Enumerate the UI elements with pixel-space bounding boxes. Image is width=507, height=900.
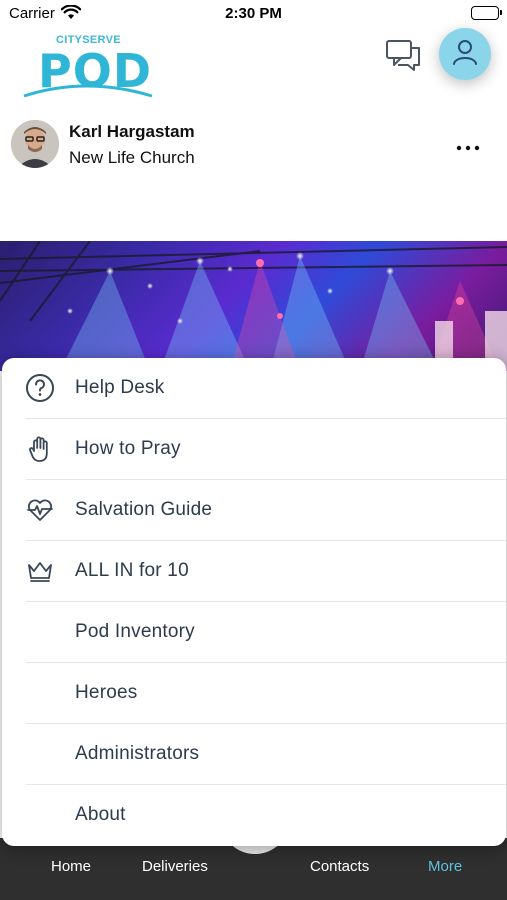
praying-hand-icon [25,434,55,464]
menu-item-help-desk[interactable]: Help Desk [2,358,506,419]
post-image [0,241,507,371]
author-name[interactable]: Karl Hargastam [69,122,195,142]
menu-item-label: Help Desk [75,377,165,398]
menu-item-salvation-guide[interactable]: Salvation Guide [2,480,506,541]
menu-item-pod-inventory[interactable]: Pod Inventory [2,602,506,663]
battery-icon [471,6,502,20]
tab-contacts[interactable]: Contacts [310,858,369,875]
menu-item-label: Heroes [75,682,138,703]
tab-home[interactable]: Home [51,858,91,875]
heart-pulse-icon [25,495,55,525]
menu-item-how-to-pray[interactable]: How to Pray [2,419,506,480]
tab-deliveries[interactable]: Deliveries [142,858,208,875]
chat-icon[interactable] [384,36,422,74]
cityserve-pod-logo: CITYSERVE POD [20,30,155,102]
menu-item-heroes[interactable]: Heroes [2,663,506,724]
clock: 2:30 PM [225,5,282,22]
post-header: Karl Hargastam New Life Church [0,110,507,180]
menu-item-all-in-for-10[interactable]: ALL IN for 10 [2,541,506,602]
more-menu: Help Desk How to Pray Salvation Guide AL… [2,358,506,846]
status-bar: Carrier 2:30 PM [0,0,507,28]
avatar[interactable] [11,120,59,168]
tab-more[interactable]: More [428,858,462,875]
menu-item-label: Pod Inventory [75,621,195,642]
menu-item-label: About [75,804,126,825]
more-options-icon[interactable] [455,140,481,151]
church-name: New Life Church [69,148,195,167]
menu-item-label: Salvation Guide [75,499,213,520]
menu-item-administrators[interactable]: Administrators [2,724,506,785]
menu-item-about[interactable]: About [2,785,506,846]
help-circle-icon [25,373,55,403]
menu-item-label: How to Pray [75,438,181,459]
tab-bar: Home Deliveries Contacts More [0,808,507,900]
menu-item-label: ALL IN for 10 [75,560,189,581]
menu-item-label: Administrators [75,743,200,764]
crown-icon [25,556,55,586]
user-icon [451,38,479,71]
profile-button[interactable] [439,28,491,80]
